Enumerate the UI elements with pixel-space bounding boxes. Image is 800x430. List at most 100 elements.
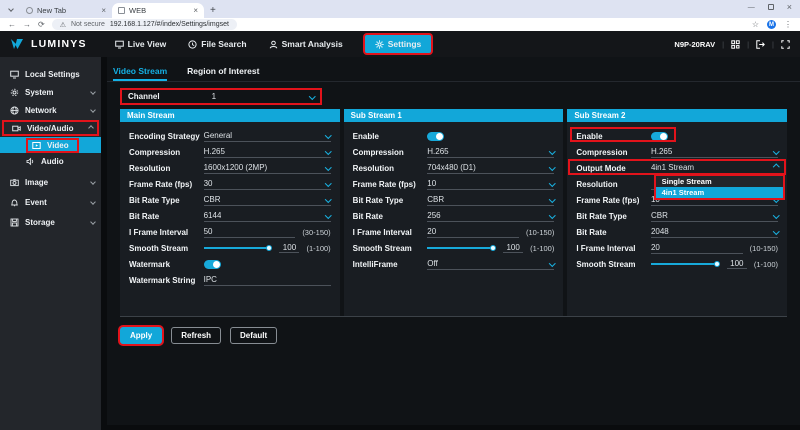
i-frame-interval-input[interactable]: 50 — [204, 226, 296, 238]
slider-knob[interactable] — [490, 245, 496, 251]
encoding-strategy-select[interactable]: General — [204, 130, 331, 142]
slider-track[interactable] — [204, 247, 271, 249]
nav-live-view[interactable]: Live View — [115, 39, 167, 49]
sidebar-item-audio[interactable]: Audio — [0, 153, 101, 169]
bit-rate-select[interactable]: 2048 — [651, 226, 778, 238]
bottom-strip — [107, 425, 800, 430]
field-label: Frame Rate (fps) — [353, 180, 428, 189]
select-value: 1600x1200 (2MP) — [204, 163, 268, 172]
slider-knob[interactable] — [266, 245, 272, 251]
sidebar-label: Image — [25, 178, 48, 187]
default-button[interactable]: Default — [230, 327, 277, 344]
slider-track[interactable] — [651, 263, 718, 265]
field-label: Watermark — [129, 260, 204, 269]
browser-tab-web[interactable]: WEB × — [112, 3, 204, 18]
qr-code-icon[interactable] — [731, 40, 740, 49]
camera-favicon-icon — [118, 7, 125, 14]
bit-rate-type-select[interactable]: CBR — [204, 194, 331, 206]
i-frame-interval-input[interactable]: 20 — [651, 242, 743, 254]
compression-select[interactable]: H.265 — [427, 146, 554, 158]
chevron-down-icon — [325, 132, 331, 138]
toggle-switch[interactable] — [651, 132, 668, 141]
window-minimize-icon[interactable]: — — [748, 4, 755, 11]
nav-label: Live View — [128, 39, 167, 49]
slider-track[interactable] — [427, 247, 494, 249]
fullscreen-icon[interactable] — [781, 40, 790, 49]
resolution-select[interactable]: 1600x1200 (2MP) — [204, 162, 331, 174]
sidebar-item-system[interactable]: System — [0, 83, 101, 101]
sidebar-item-video[interactable]: Video — [0, 137, 101, 153]
resolution-select[interactable]: 704x480 (D1) — [427, 162, 554, 174]
header-right: N9P-20RAV | | | — [674, 40, 790, 49]
select-value: 704x480 (D1) — [427, 163, 475, 172]
slider-knob[interactable] — [714, 261, 720, 267]
chevron-down-icon — [325, 212, 331, 218]
bit-rate-select[interactable]: 6144 — [204, 210, 331, 222]
back-icon[interactable]: ← — [8, 20, 16, 29]
field-row: Encoding StrategyGeneral — [129, 128, 331, 144]
sidebar-item-event[interactable]: Event — [0, 193, 101, 211]
select-value: H.265 — [204, 147, 225, 156]
sidebar-label: Local Settings — [25, 70, 80, 79]
sidebar: Local Settings System Network Video/Audi… — [0, 57, 101, 430]
frame-rate-fps-select[interactable]: 30 — [204, 178, 331, 190]
output-mode-select[interactable]: 4in1 Stream — [651, 162, 778, 174]
dropdown-option[interactable]: Single Stream — [656, 176, 783, 187]
reload-icon[interactable]: ⟳ — [38, 20, 45, 29]
field-row: Smooth Stream100(1-100) — [353, 240, 555, 256]
toggle-switch[interactable] — [427, 132, 444, 141]
sidebar-item-video-audio[interactable]: Video/Audio — [2, 120, 99, 136]
stream-columns: Main Stream Encoding StrategyGeneralComp… — [120, 109, 787, 317]
intelliframe-select[interactable]: Off — [427, 258, 554, 270]
compression-select[interactable]: H.265 — [651, 146, 778, 158]
channel-select[interactable]: Channel 1 — [120, 88, 322, 105]
bit-rate-select[interactable]: 256 — [427, 210, 554, 222]
slider-value[interactable]: 100 — [279, 243, 299, 253]
speaker-icon — [26, 157, 35, 166]
field-label: Smooth Stream — [353, 244, 428, 253]
slider-value[interactable]: 100 — [503, 243, 523, 253]
window-maximize-icon[interactable] — [768, 4, 774, 10]
slider-value[interactable]: 100 — [727, 259, 747, 269]
logout-icon[interactable] — [756, 40, 765, 49]
chevron-down-icon — [325, 180, 331, 186]
refresh-button[interactable]: Refresh — [171, 327, 221, 344]
field-label: Output Mode — [576, 164, 651, 173]
toggle-switch[interactable] — [204, 260, 221, 269]
frame-rate-fps-select[interactable]: 10 — [427, 178, 554, 190]
i-frame-interval-input[interactable]: 20 — [427, 226, 519, 238]
tab-video-stream[interactable]: Video Stream — [113, 66, 167, 81]
browser-menu-icon[interactable]: ⋮ — [784, 20, 792, 29]
sidebar-item-network[interactable]: Network — [0, 101, 101, 119]
apply-button[interactable]: Apply — [120, 327, 162, 344]
dropdown-option[interactable]: 4in1 Stream — [656, 187, 783, 198]
nav-settings[interactable]: Settings — [365, 35, 432, 53]
main-nav: Live View File Search Smart Analysis Set… — [115, 35, 432, 53]
sidebar-label: Audio — [41, 157, 64, 166]
browser-tab-newtab[interactable]: New Tab × — [20, 3, 112, 18]
sidebar-item-local-settings[interactable]: Local Settings — [0, 65, 101, 83]
tab-close-icon[interactable]: × — [101, 6, 106, 15]
tab-region-of-interest[interactable]: Region of Interest — [187, 66, 259, 81]
watermark-string-input[interactable]: IPC — [204, 274, 331, 286]
column-title: Sub Stream 1 — [344, 109, 564, 122]
column-sub-stream-1: Sub Stream 1 EnableCompressionH.265Resol… — [344, 109, 564, 316]
tab-search-icon[interactable] — [6, 5, 16, 15]
bookmark-star-icon[interactable]: ☆ — [752, 20, 759, 29]
gear-icon — [10, 88, 19, 97]
screen: New Tab × WEB × + — × ← → ⟳ ⚠ Not secure… — [0, 0, 800, 430]
compression-select[interactable]: H.265 — [204, 146, 331, 158]
select-value: 2048 — [651, 227, 669, 236]
sidebar-item-storage[interactable]: Storage — [0, 213, 101, 231]
bit-rate-type-select[interactable]: CBR — [651, 210, 778, 222]
nav-smart-analysis[interactable]: Smart Analysis — [269, 39, 343, 49]
forward-icon[interactable]: → — [23, 20, 31, 29]
bit-rate-type-select[interactable]: CBR — [427, 194, 554, 206]
new-tab-button[interactable]: + — [210, 5, 216, 16]
sidebar-item-image[interactable]: Image — [0, 173, 101, 191]
avatar[interactable]: M — [767, 20, 776, 29]
tab-close-icon[interactable]: × — [193, 6, 198, 15]
url-bar[interactable]: ⚠ Not secure 192.168.1.127/#/index/Setti… — [52, 19, 237, 30]
nav-file-search[interactable]: File Search — [188, 39, 246, 49]
window-close-icon[interactable]: × — [787, 2, 792, 12]
